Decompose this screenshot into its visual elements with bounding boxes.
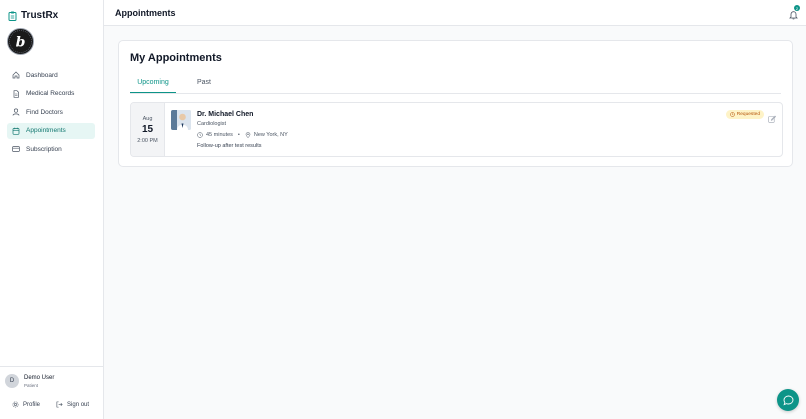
doctor-photo (171, 110, 191, 130)
tab-past[interactable]: Past (196, 78, 212, 92)
user-area: D Demo User Patient Profile Sign out (0, 366, 104, 419)
file-icon (13, 89, 19, 98)
home-icon (12, 71, 20, 79)
sidebar-item-medical-records[interactable]: Medical Records (7, 86, 95, 102)
page-title: Appointments (115, 8, 176, 18)
avatar: D (5, 374, 19, 388)
sidebar-item-label: Subscription (26, 145, 62, 153)
edit-icon (768, 115, 777, 123)
sidebar: TrustRx b Dashboard Medical Records Find… (0, 0, 104, 419)
chat-button[interactable] (777, 389, 799, 411)
gear-icon (12, 401, 19, 408)
profile-label: Profile (23, 401, 41, 408)
credit-card-icon (12, 146, 20, 153)
appointment-meta: 45 minutes • New York, NY (197, 132, 288, 138)
sidebar-item-label: Medical Records (26, 90, 75, 98)
appointment-card[interactable]: Aug 15 2:00 PM Dr. Michael Chen Cardiolo… (130, 102, 783, 157)
user-icon (12, 108, 20, 116)
brand[interactable]: TrustRx (8, 10, 58, 21)
profile-button[interactable]: Profile (12, 401, 40, 408)
sign-out-icon (56, 401, 63, 408)
edit-appointment-button[interactable] (768, 110, 777, 128)
bell-icon (789, 11, 798, 20)
meta-separator: • (237, 132, 240, 138)
top-bar: Appointments 2 (104, 0, 806, 26)
appointment-note: Follow-up after test results (197, 143, 262, 149)
tab-upcoming[interactable]: Upcoming (130, 78, 176, 93)
sidebar-item-label: Find Doctors (26, 108, 63, 116)
user-name: Demo User (24, 375, 55, 381)
sidebar-nav: Dashboard Medical Records Find Doctors A… (7, 67, 95, 160)
notifications-button[interactable]: 2 (789, 5, 800, 25)
status-badge: Requested (725, 110, 764, 119)
brand-name: TrustRx (21, 10, 59, 21)
doctor-name: Dr. Michael Chen (197, 111, 254, 118)
sidebar-item-dashboard[interactable]: Dashboard (7, 67, 95, 83)
svg-text:b: b (16, 35, 26, 51)
sign-out-button[interactable]: Sign out (56, 401, 89, 408)
location-pin-icon (245, 132, 251, 138)
appointment-location: New York, NY (253, 132, 288, 138)
appointment-time: 2:00 PM (137, 138, 158, 144)
user-role: Patient (24, 383, 39, 388)
appointment-tabs: Upcoming Past (130, 78, 781, 94)
sidebar-item-appointments[interactable]: Appointments (7, 122, 95, 139)
sign-out-label: Sign out (67, 401, 90, 408)
doctor-specialty: Cardiologist (197, 121, 227, 127)
sidebar-item-subscription[interactable]: Subscription (7, 141, 95, 157)
clock-icon (197, 132, 203, 138)
sidebar-item-label: Appointments (26, 127, 66, 135)
appointments-panel: My Appointments Upcoming Past Aug 15 2:0… (118, 40, 793, 167)
appointment-month: Aug (142, 116, 153, 122)
chat-bubble-icon (782, 395, 793, 405)
appointment-day: 15 (141, 124, 154, 135)
notification-count-badge: 2 (794, 5, 800, 11)
clipboard-logo-icon (8, 11, 17, 21)
appointment-duration: 45 minutes (206, 132, 233, 138)
clock-icon (729, 112, 735, 117)
appointment-date: Aug 15 2:00 PM (131, 103, 165, 156)
organization-logo-icon: b (7, 28, 34, 55)
panel-title: My Appointments (130, 52, 222, 64)
sidebar-item-label: Dashboard (26, 71, 58, 79)
status-label: Requested (736, 112, 760, 117)
sidebar-item-find-doctors[interactable]: Find Doctors (7, 104, 95, 120)
calendar-icon (12, 127, 20, 135)
